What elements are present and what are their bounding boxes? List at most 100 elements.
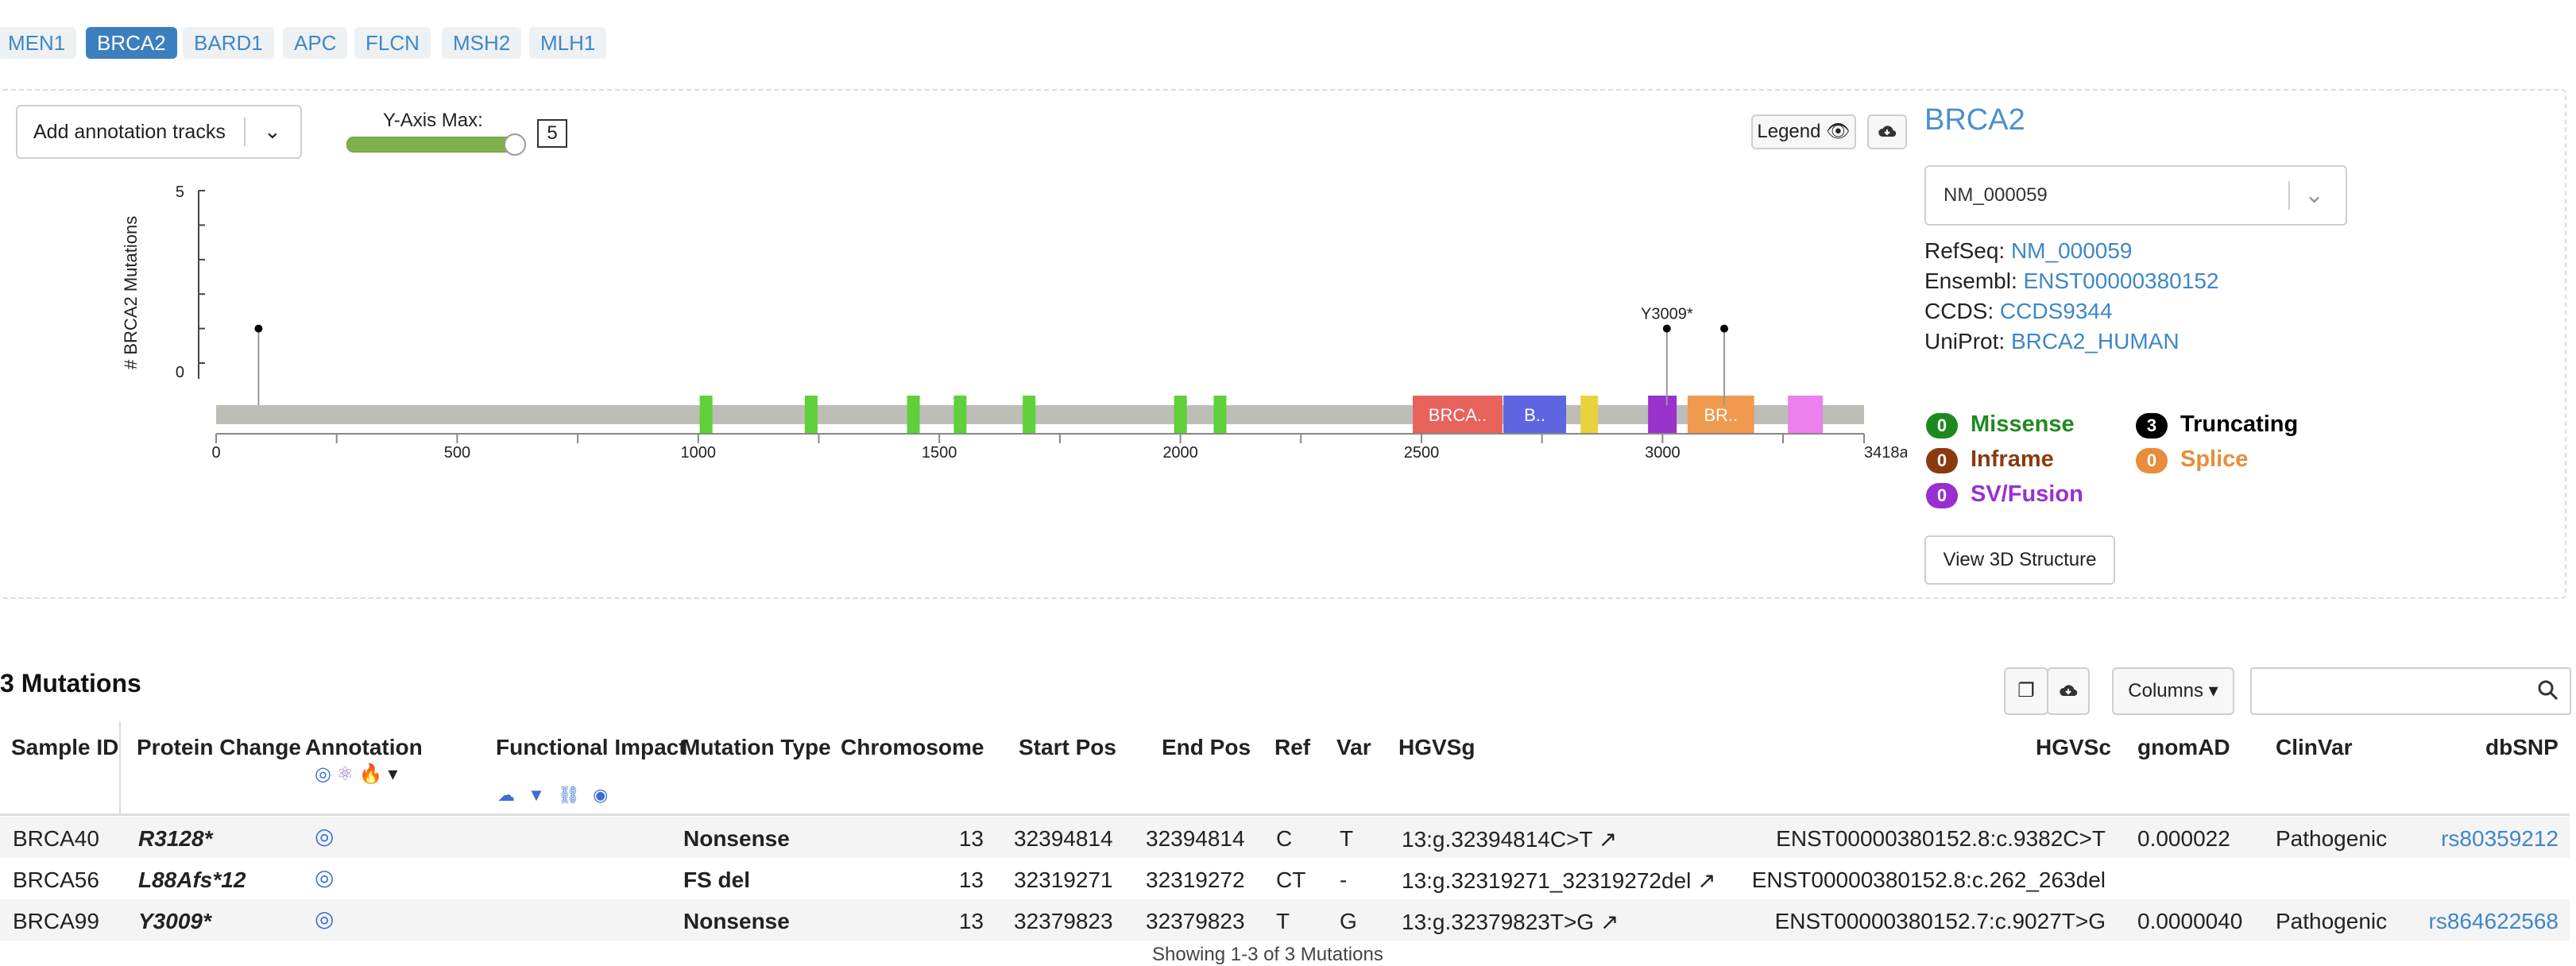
col-header-hgvsg[interactable]: HGVSg [1398,736,1475,759]
annotation-tracks-dropdown[interactable]: Add annotation tracks ⌄ [16,105,302,159]
gene-tab-apc[interactable]: APC [283,27,348,59]
hgvsg-value: 13:g.32379823T>G [1402,910,1595,934]
copy-button[interactable]: ❐ [2004,667,2048,715]
lollipop-head[interactable] [1662,324,1671,333]
col-header-start-pos[interactable]: Start Pos [1019,736,1116,759]
functional-impact-icons: ☁ ▼ ⛓ ◉ [497,785,608,806]
caret-down-icon[interactable]: ▾ [388,763,397,785]
splice-label[interactable]: Splice [2180,446,2248,473]
truncating-label[interactable]: Truncating [2180,412,2298,438]
ccds-link[interactable]: CCDS9344 [2000,299,2113,323]
external-link-icon[interactable]: ↗ [1691,868,1715,893]
refseq-row: RefSeq: NM_000059 [1924,238,2133,264]
refseq-link[interactable]: NM_000059 [2011,238,2133,263]
hgvsg-cell[interactable]: 13:g.32379823T>G ↗ [1402,909,1619,935]
oncokb-icon[interactable]: ◎ [315,763,331,785]
polyphen-icon[interactable]: ⛓ [558,785,580,805]
sv-fusion-label[interactable]: SV/Fusion [1971,481,2083,508]
3d-icon[interactable]: ◉ [593,785,608,805]
start-pos-cell: 32319271 [1014,867,1113,892]
hgvsg-cell[interactable]: 13:g.32319271_32319272del ↗ [1402,867,1716,894]
col-header-dbsnp[interactable]: dbSNP [2485,736,2559,759]
chevron-down-icon: ⌄ [2304,182,2325,208]
hgvsc-cell: ENST00000380152.8:c.9382C>T [1776,826,2106,851]
mutations-count-title: 3 Mutations [0,669,141,697]
oncokb-annotation-icon[interactable]: ◎ [315,906,334,932]
clinvar-cell: Pathogenic [2276,826,2388,851]
oncokb-annotation-icon[interactable]: ◎ [315,823,334,849]
view-3d-structure-button[interactable]: View 3D Structure [1924,535,2115,585]
mutation-type-cell: FS del [683,867,751,892]
y-axis-max-label: Y-Axis Max: [383,110,483,131]
col-header-functional-impact[interactable]: Functional Impact [496,736,687,759]
uniprot-link[interactable]: BRCA2_HUMAN [2011,329,2180,354]
column-divider [119,721,121,813]
columns-button[interactable]: Columns ▾ [2112,667,2234,715]
col-header-annotation[interactable]: Annotation [305,736,423,759]
y-axis-max-slider[interactable] [346,137,524,153]
var-cell: G [1340,909,1357,933]
lollipop-plot: # BRCA2 Mutations 5 0 BRCA.. B.. BR.. Y3009… [121,184,1907,462]
copy-icon: ❐ [2017,680,2035,701]
protein-domain [1580,396,1599,434]
transcript-dropdown[interactable]: NM_000059 ⌄ [1924,165,2347,226]
y-tick-label: 0 [176,364,184,381]
gnomad-cell: 0.0000040 [2137,909,2243,933]
lollipop-label: Y3009* [1641,306,1693,323]
brc-repeat-domain [1213,396,1227,434]
civic-icon[interactable]: ⚛ [337,763,354,785]
lollipop-head[interactable] [1720,324,1729,333]
col-header-mutation-type[interactable]: Mutation Type [682,736,831,759]
mutation-assessor-icon[interactable]: ☁ [497,785,515,805]
col-header-end-pos[interactable]: End Pos [1162,736,1251,759]
hgvsg-cell[interactable]: 13:g.32394814C>T ↗ [1402,826,1617,852]
oncokb-annotation-icon[interactable]: ◎ [315,864,334,891]
hgvsc-cell: ENST00000380152.7:c.9027T>G [1774,909,2106,933]
legend-button[interactable]: Legend 👁 [1751,114,1856,149]
external-link-icon[interactable]: ↗ [1594,910,1619,934]
download-table-button[interactable] [2047,667,2090,715]
brc-repeat-domain [804,396,818,434]
gene-tab-mlh1[interactable]: MLH1 [529,27,607,59]
table-search-input[interactable] [2250,667,2571,715]
ensembl-label: Ensembl: [1924,269,2017,293]
inframe-label[interactable]: Inframe [1971,446,2054,473]
col-header-protein-change[interactable]: Protein Change [137,736,301,759]
ensembl-link[interactable]: ENST00000380152 [2024,269,2219,293]
external-link-icon[interactable]: ↗ [1592,827,1617,852]
download-button[interactable] [1867,114,1907,149]
gene-tab-flcn[interactable]: FLCN [354,27,431,59]
dbsnp-link[interactable]: rs80359212 [2441,826,2559,852]
protein-domain-label: BR.. [1704,405,1738,425]
inframe-count-badge: 0 [1926,448,1958,473]
col-header-hgvsc[interactable]: HGVSc [2036,736,2111,759]
gene-tab-msh2[interactable]: MSH2 [442,27,522,59]
gene-tab-brca2[interactable]: BRCA2 [86,27,177,59]
protein-change-cell: L88Afs*12 [138,867,246,892]
gene-tab-men1[interactable]: MEN1 [0,27,77,59]
splice-count-badge: 0 [2136,448,2168,473]
hgvsg-value: 13:g.32319271_32319272del [1402,868,1692,893]
hotspot-icon[interactable]: 🔥 [359,763,383,785]
col-header-sample-id[interactable]: Sample ID [11,736,118,759]
x-tick-label: 1500 [922,444,957,462]
ccds-row: CCDS: CCDS9344 [1924,299,2113,324]
col-header-var[interactable]: Var [1336,736,1371,759]
brc-repeat-domain [953,396,967,434]
eye-icon: 👁 [1826,121,1851,142]
end-pos-cell: 32394814 [1146,826,1245,851]
slider-handle[interactable] [504,133,526,156]
y-axis-max-input[interactable]: 5 [537,119,567,148]
gene-tab-bard1[interactable]: BARD1 [183,27,274,59]
missense-label[interactable]: Missense [1971,412,2075,438]
dbsnp-link[interactable]: rs864622568 [2429,909,2559,934]
col-header-ref[interactable]: Ref [1274,736,1310,759]
chevron-down-icon: ⌄ [264,119,281,143]
brc-repeat-domain [1174,396,1187,434]
col-header-chromosome[interactable]: Chromosome [841,736,984,759]
col-header-clinvar[interactable]: ClinVar [2276,736,2352,759]
sift-icon[interactable]: ▼ [528,785,545,805]
table-footer: Showing 1-3 of 3 Mutations [1152,944,1383,965]
col-header-gnomad[interactable]: gnomAD [2137,736,2230,759]
lollipop-head[interactable] [254,324,263,333]
